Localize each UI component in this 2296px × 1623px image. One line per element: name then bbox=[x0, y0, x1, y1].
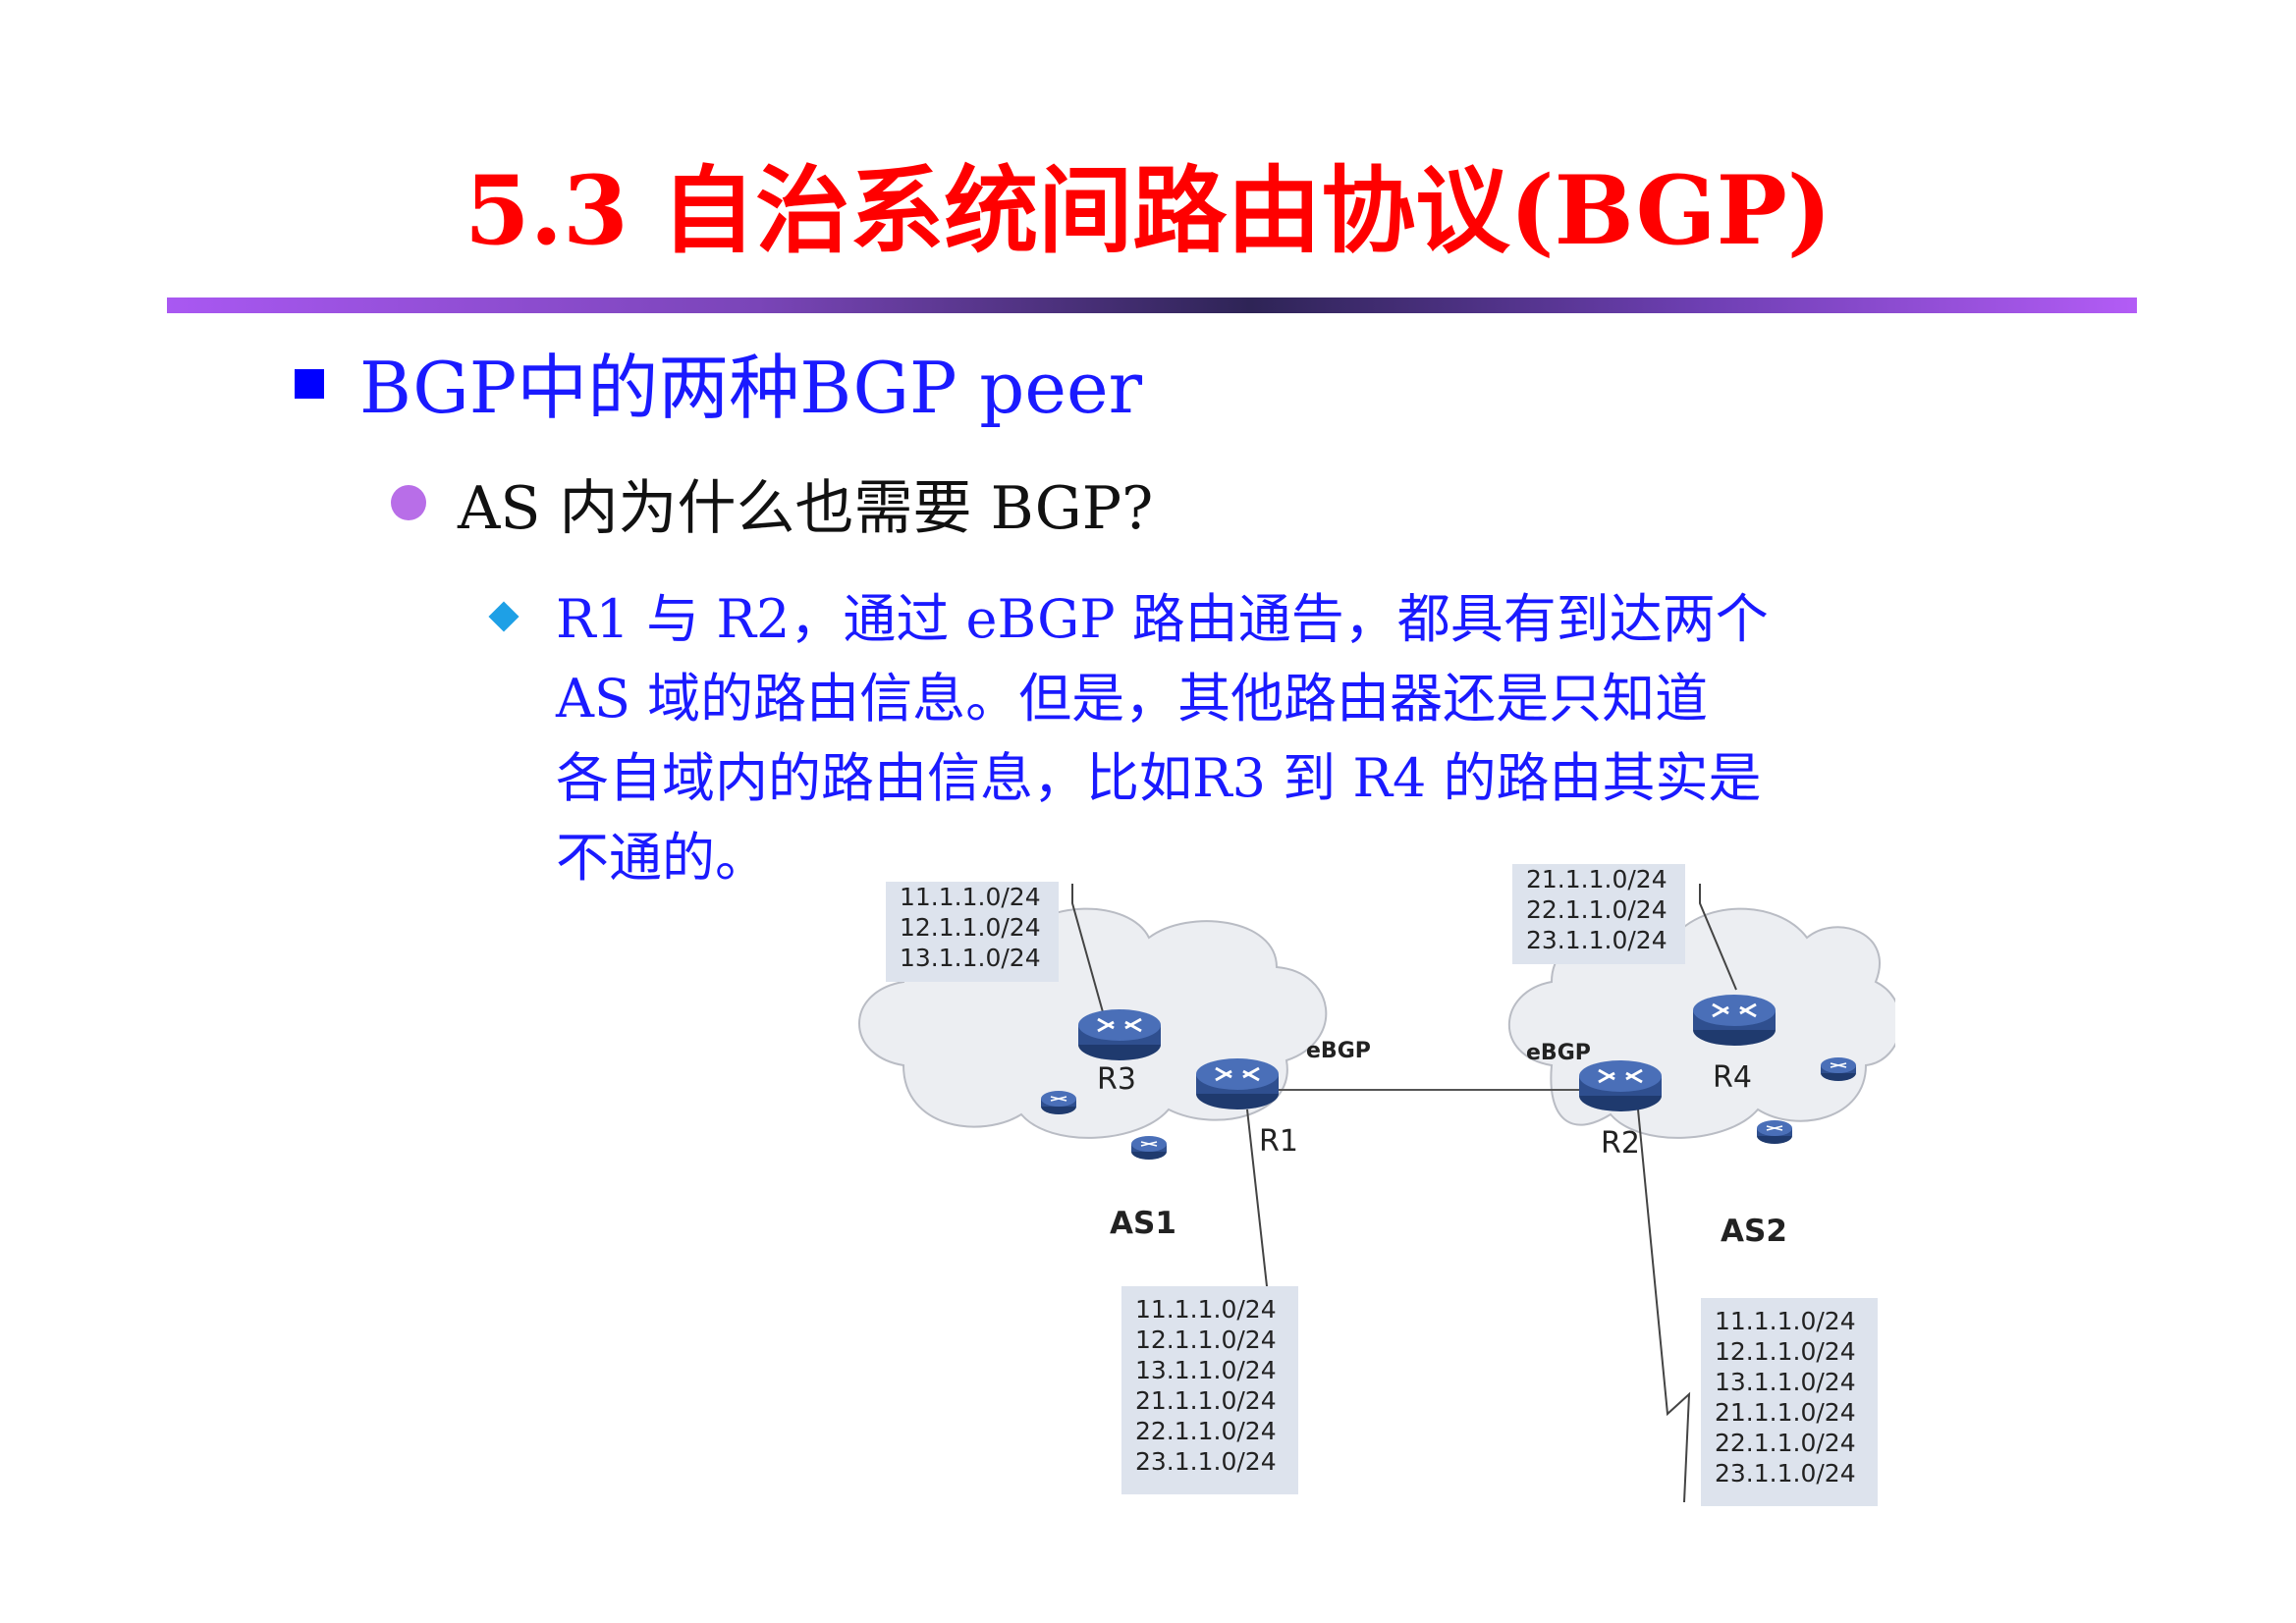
route-entry: 11.1.1.0/24 bbox=[900, 883, 1041, 911]
route-table-r1: 11.1.1.0/24 12.1.1.0/24 13.1.1.0/24 21.1… bbox=[1121, 1286, 1298, 1494]
router-r3-label: R3 bbox=[1097, 1062, 1136, 1097]
route-entry: 22.1.1.0/24 bbox=[1715, 1429, 1856, 1457]
bullet-level3-line: AS 域的路由信息。但是，其他路由器还是只知道 bbox=[556, 668, 1709, 730]
route-entry: 21.1.1.0/24 bbox=[1135, 1386, 1277, 1415]
as2-label: AS2 bbox=[1721, 1214, 1787, 1249]
route-entry: 23.1.1.0/24 bbox=[1526, 926, 1667, 954]
router-r4-icon bbox=[1691, 993, 1777, 1048]
route-table-r2: 11.1.1.0/24 12.1.1.0/24 13.1.1.0/24 21.1… bbox=[1701, 1298, 1878, 1506]
as1-label: AS1 bbox=[1110, 1206, 1176, 1241]
small-router-icon bbox=[1130, 1135, 1168, 1161]
route-entry: 13.1.1.0/24 bbox=[1135, 1356, 1277, 1384]
route-entry: 11.1.1.0/24 bbox=[1715, 1307, 1856, 1335]
route-entry: 21.1.1.0/24 bbox=[1715, 1398, 1856, 1427]
square-bullet-icon bbox=[295, 369, 324, 399]
bgp-topology-diagram: 11.1.1.0/24 12.1.1.0/24 13.1.1.0/24 21.1… bbox=[845, 844, 1895, 1532]
leader-line-r2 bbox=[1637, 1109, 1691, 1503]
small-router-icon bbox=[1040, 1090, 1077, 1115]
router-r2-icon bbox=[1577, 1058, 1664, 1113]
bullet-level1: BGP中的两种BGP peer bbox=[295, 344, 1142, 432]
router-r1-label: R1 bbox=[1259, 1124, 1298, 1159]
ebgp-label-right: eBGP bbox=[1526, 1041, 1591, 1065]
route-entry: 12.1.1.0/24 bbox=[1135, 1325, 1277, 1354]
router-r2-label: R2 bbox=[1601, 1126, 1640, 1161]
route-entry: 23.1.1.0/24 bbox=[1715, 1459, 1856, 1488]
bullet-level2-text: AS 内为什么也需要 BGP? bbox=[458, 474, 1154, 543]
bullet-level3-line: R1 与 R2，通过 eBGP 路由通告，都具有到达两个 bbox=[556, 588, 1769, 650]
small-router-icon bbox=[1820, 1056, 1857, 1082]
ebgp-label-left: eBGP bbox=[1306, 1039, 1371, 1063]
bullet-level1-text: BGP中的两种BGP peer bbox=[359, 347, 1143, 429]
route-entry: 21.1.1.0/24 bbox=[1526, 865, 1667, 893]
route-entry: 13.1.1.0/24 bbox=[900, 944, 1041, 972]
route-table-r3: 11.1.1.0/24 12.1.1.0/24 13.1.1.0/24 bbox=[886, 882, 1059, 982]
title-divider bbox=[167, 298, 2137, 313]
router-r1-icon bbox=[1194, 1056, 1281, 1111]
route-entry: 22.1.1.0/24 bbox=[1135, 1417, 1277, 1445]
router-r3-icon bbox=[1076, 1007, 1163, 1062]
route-entry: 11.1.1.0/24 bbox=[1135, 1295, 1277, 1324]
route-entry: 12.1.1.0/24 bbox=[1715, 1337, 1856, 1366]
router-r4-label: R4 bbox=[1713, 1060, 1752, 1095]
bullet-level2: AS 内为什么也需要 BGP? bbox=[391, 469, 1153, 548]
route-table-r4: 21.1.1.0/24 22.1.1.0/24 23.1.1.0/24 bbox=[1512, 864, 1685, 964]
bullet-level3-line: 各自域内的路由信息，比如R3 到 R4 的路由其实是 bbox=[556, 747, 1762, 809]
page-title: 5.3 自治系统间路由协议(BGP) bbox=[464, 155, 1832, 266]
diamond-bullet-icon bbox=[488, 601, 519, 632]
route-entry: 23.1.1.0/24 bbox=[1135, 1447, 1277, 1476]
route-entry: 13.1.1.0/24 bbox=[1715, 1368, 1856, 1396]
small-router-icon bbox=[1756, 1119, 1793, 1145]
circle-bullet-icon bbox=[391, 485, 426, 520]
route-entry: 22.1.1.0/24 bbox=[1526, 895, 1667, 924]
route-entry: 12.1.1.0/24 bbox=[900, 913, 1041, 942]
